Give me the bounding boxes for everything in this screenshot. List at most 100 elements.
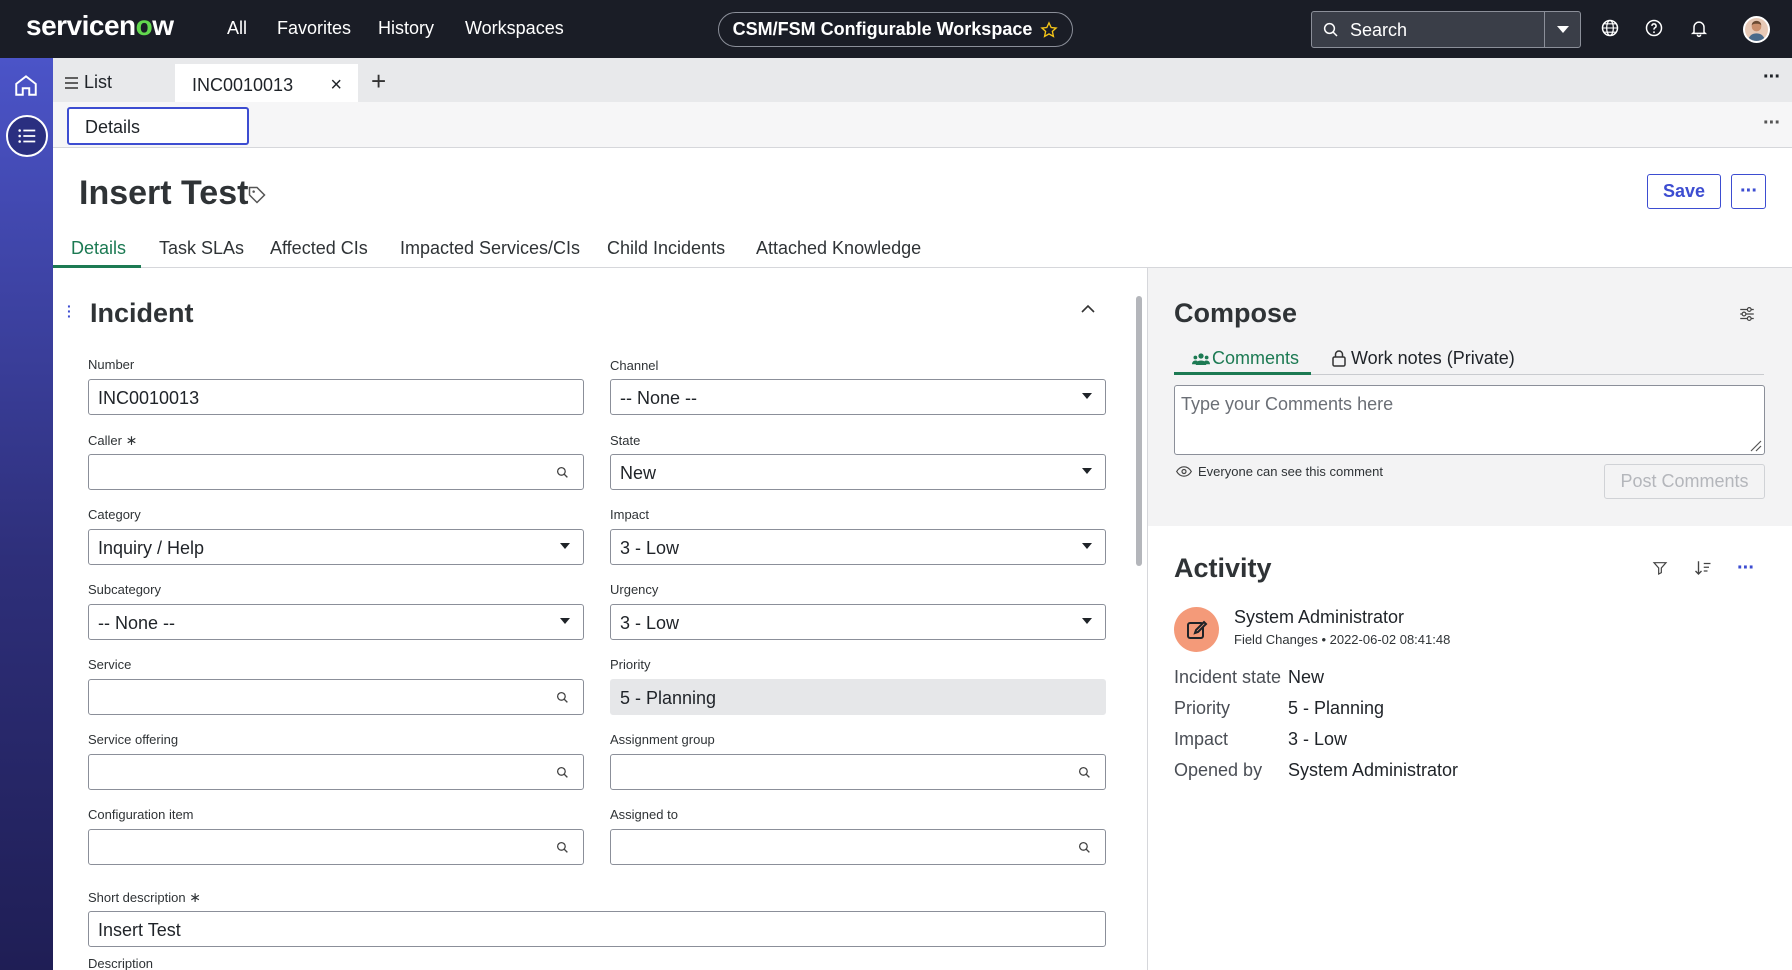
priority-label: Priority xyxy=(610,657,651,672)
workspace-switcher[interactable]: CSM/FSM Configurable Workspace xyxy=(718,12,1073,47)
tab-affected-cis[interactable]: Affected CIs xyxy=(270,238,368,259)
tab-list[interactable]: List xyxy=(65,72,112,93)
activity-more-icon[interactable]: ··· xyxy=(1737,557,1755,580)
activity-user[interactable]: System Administrator xyxy=(1234,607,1404,628)
nav-favorites[interactable]: Favorites xyxy=(277,18,351,39)
service-field[interactable] xyxy=(88,679,584,715)
assignment-group-field[interactable] xyxy=(610,754,1106,790)
visibility-note: Everyone can see this comment xyxy=(1176,464,1383,479)
subcategory-select[interactable]: -- None -- xyxy=(88,604,584,640)
activity-title: Activity xyxy=(1174,553,1272,583)
category-label: Category xyxy=(88,507,141,522)
change-key: Priority xyxy=(1174,698,1231,718)
compose-title: Compose xyxy=(1174,298,1298,328)
list-nav-button[interactable] xyxy=(6,115,48,157)
impact-select[interactable]: 3 - Low xyxy=(610,529,1106,565)
search-label: Search xyxy=(1350,20,1408,40)
short-description-label: Short description ∗ xyxy=(88,889,201,905)
channel-select[interactable]: -- None -- xyxy=(610,379,1106,415)
change-value: 5 - Planning xyxy=(1288,698,1385,718)
star-icon[interactable] xyxy=(1040,20,1059,39)
workspace-tabbar: List INC0010013 × + ··· xyxy=(53,58,1792,102)
tab-child-incidents[interactable]: Child Incidents xyxy=(607,238,725,259)
form-scrollbar[interactable] xyxy=(1136,296,1142,566)
change-value: New xyxy=(1288,667,1325,687)
new-tab-button[interactable]: + xyxy=(371,66,386,97)
tag-icon[interactable] xyxy=(247,185,267,205)
section-drag-handle[interactable]: · · · xyxy=(67,299,72,323)
help-icon[interactable] xyxy=(1644,18,1664,38)
home-icon[interactable] xyxy=(13,72,39,98)
search-icon[interactable] xyxy=(556,466,569,479)
number-field[interactable]: INC0010013 xyxy=(88,379,584,415)
servicenow-logo[interactable]: servicenow xyxy=(26,10,174,42)
lock-icon xyxy=(1332,350,1346,367)
change-key: Incident state xyxy=(1174,667,1282,687)
short-description-field[interactable]: Insert Test xyxy=(88,911,1106,947)
search-icon xyxy=(1323,22,1338,37)
more-icon: ··· xyxy=(1740,180,1758,202)
number-label: Number xyxy=(88,357,135,372)
caret-down-icon xyxy=(1556,25,1569,33)
filter-icon[interactable] xyxy=(1652,559,1668,577)
settings-sliders-icon[interactable] xyxy=(1738,305,1756,323)
nav-history[interactable]: History xyxy=(378,18,434,39)
user-avatar[interactable] xyxy=(1743,16,1770,43)
change-key: Opened by xyxy=(1174,760,1263,780)
assigned-to-field[interactable] xyxy=(610,829,1106,865)
search-icon[interactable] xyxy=(556,841,569,854)
caller-label: Caller ∗ xyxy=(88,432,138,448)
subbar-more-icon[interactable]: ··· xyxy=(1763,112,1781,135)
search-icon[interactable] xyxy=(1078,766,1091,779)
service-offering-label: Service offering xyxy=(88,732,179,747)
tabbar-more-icon[interactable]: ··· xyxy=(1763,66,1781,89)
search-icon[interactable] xyxy=(556,766,569,779)
urgency-select[interactable]: 3 - Low xyxy=(610,604,1106,640)
search-scope-dropdown[interactable] xyxy=(1544,12,1580,47)
tab-list-label: List xyxy=(84,72,113,92)
configuration-item-label: Configuration item xyxy=(88,807,194,822)
caller-field[interactable] xyxy=(88,454,584,490)
tab-work-notes[interactable]: Work notes (Private) xyxy=(1351,348,1515,369)
globe-icon[interactable] xyxy=(1600,18,1620,38)
tab-record[interactable]: INC0010013 × xyxy=(175,64,358,102)
left-sidebar xyxy=(0,58,53,970)
edit-icon xyxy=(1186,620,1207,639)
subtab-details[interactable]: Details xyxy=(67,107,249,145)
comment-textarea[interactable]: Type your Comments here xyxy=(1174,385,1765,455)
compose-active-tab-indicator xyxy=(1174,372,1311,375)
close-tab-icon[interactable]: × xyxy=(330,74,342,97)
tab-task-slas[interactable]: Task SLAs xyxy=(159,238,244,259)
service-label: Service xyxy=(88,657,132,672)
hamburger-icon xyxy=(65,76,78,89)
sort-icon[interactable] xyxy=(1694,559,1712,577)
record-more-button[interactable]: ··· xyxy=(1731,174,1766,209)
nav-workspaces[interactable]: Workspaces xyxy=(465,18,564,39)
comment-placeholder: Type your Comments here xyxy=(1181,394,1394,414)
post-comments-button[interactable]: Post Comments xyxy=(1604,464,1765,499)
list-icon xyxy=(18,129,36,143)
category-select[interactable]: Inquiry / Help xyxy=(88,529,584,565)
state-label: State xyxy=(610,433,641,448)
resize-handle-icon[interactable] xyxy=(1750,440,1762,452)
state-select[interactable]: New xyxy=(610,454,1106,490)
urgency-label: Urgency xyxy=(610,582,659,597)
change-value: 3 - Low xyxy=(1288,729,1348,749)
nav-all[interactable]: All xyxy=(227,18,247,39)
tab-attached-knowledge[interactable]: Attached Knowledge xyxy=(756,238,921,259)
bell-icon[interactable] xyxy=(1689,18,1709,38)
tab-impacted-services[interactable]: Impacted Services/CIs xyxy=(400,238,580,259)
service-offering-field[interactable] xyxy=(88,754,584,790)
assigned-to-label: Assigned to xyxy=(610,807,678,822)
tab-details[interactable]: Details xyxy=(71,238,126,259)
search-icon[interactable] xyxy=(556,691,569,704)
search-icon[interactable] xyxy=(1078,841,1091,854)
channel-label: Channel xyxy=(610,358,659,373)
section-title: Incident xyxy=(90,298,194,328)
tab-comments[interactable]: Comments xyxy=(1212,348,1299,369)
global-search[interactable]: Search xyxy=(1311,11,1581,48)
save-button[interactable]: Save xyxy=(1647,174,1721,209)
assignment-group-label: Assignment group xyxy=(610,732,715,747)
chevron-up-icon[interactable] xyxy=(1081,304,1095,313)
configuration-item-field[interactable] xyxy=(88,829,584,865)
